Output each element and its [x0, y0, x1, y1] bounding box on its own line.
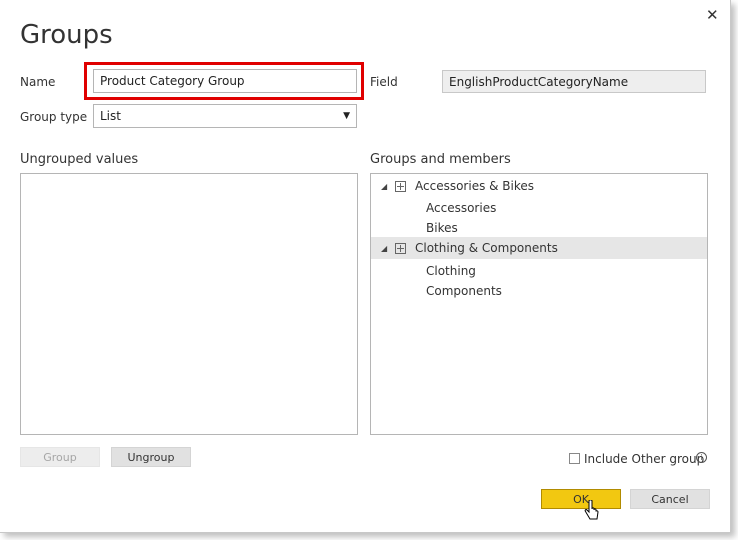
highlight-box [84, 62, 364, 100]
include-other-group-label: Include Other group [584, 452, 705, 466]
group-type-select[interactable]: List ▼ [93, 104, 357, 128]
field-input-value: EnglishProductCategoryName [449, 74, 629, 89]
group-row[interactable]: ◢ Clothing & Components [371, 237, 707, 259]
info-icon[interactable]: i [696, 452, 707, 463]
name-label: Name [20, 75, 56, 89]
member-name: Clothing [426, 264, 476, 278]
group-button[interactable]: Group [20, 447, 100, 467]
ungrouped-values-list[interactable] [20, 173, 358, 435]
group-name: Clothing & Components [415, 241, 558, 255]
groups-dialog: Groups ✕ Name Product Category Group Fie… [0, 0, 731, 533]
group-name: Accessories & Bikes [415, 179, 535, 193]
dropdown-arrow-icon: ▼ [343, 111, 350, 121]
include-other-group-checkbox[interactable] [569, 453, 580, 464]
group-type-label: Group type [20, 110, 88, 124]
member-name: Bikes [426, 221, 458, 235]
ungroup-button[interactable]: Ungroup [111, 447, 191, 467]
group-row[interactable]: ◢ Accessories & Bikes [371, 175, 707, 197]
member-row[interactable]: Clothing [371, 260, 707, 282]
ok-button[interactable]: OK [541, 489, 621, 509]
group-icon [395, 180, 406, 192]
member-name: Components [426, 284, 502, 298]
member-row[interactable]: Bikes [371, 217, 707, 239]
group-type-value: List [100, 109, 121, 123]
groups-and-members-title: Groups and members [370, 152, 511, 167]
expand-triangle-icon[interactable]: ◢ [381, 244, 387, 253]
dialog-title: Groups [20, 20, 113, 50]
hand-cursor-icon [584, 500, 599, 520]
member-row[interactable]: Accessories [371, 197, 707, 219]
member-name: Accessories [426, 201, 497, 215]
expand-triangle-icon[interactable]: ◢ [381, 182, 387, 191]
ungrouped-values-title: Ungrouped values [20, 152, 139, 167]
field-input: EnglishProductCategoryName [442, 70, 706, 93]
groups-and-members-list[interactable]: ◢ Accessories & Bikes Accessories Bikes … [370, 173, 708, 435]
field-label: Field [370, 75, 398, 89]
close-icon[interactable]: ✕ [706, 6, 719, 24]
group-icon [395, 242, 406, 254]
cancel-button[interactable]: Cancel [630, 489, 710, 509]
member-row[interactable]: Components [371, 280, 707, 302]
